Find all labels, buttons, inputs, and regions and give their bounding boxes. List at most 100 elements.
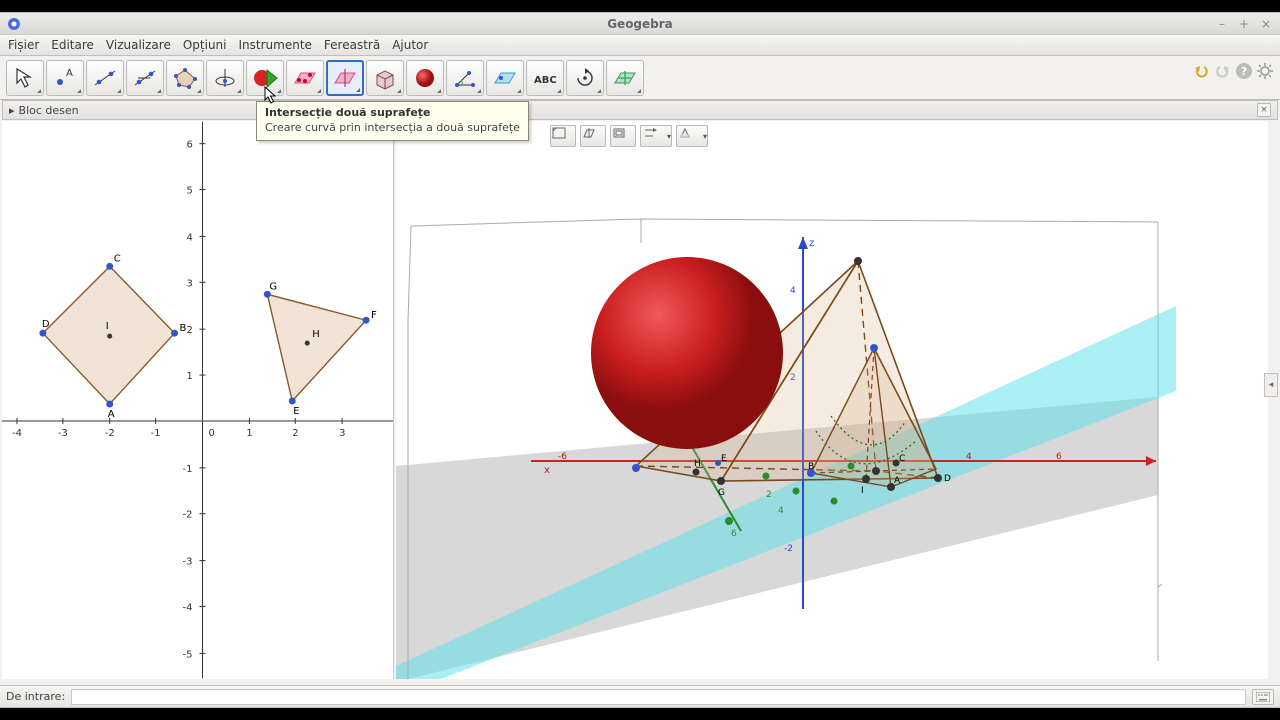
svg-text:C: C — [899, 454, 905, 464]
input-bar: De intrare: — [0, 685, 1280, 707]
view3d-toolbar: ▾ ▾ — [550, 125, 708, 147]
svg-text:6: 6 — [1056, 452, 1062, 462]
tool-rotate-view[interactable] — [566, 60, 604, 96]
svg-text:z: z — [809, 238, 814, 249]
tool-move-view[interactable] — [606, 60, 644, 96]
cursor-icon — [264, 86, 278, 108]
redo-button[interactable] — [1214, 62, 1232, 80]
tool-angle[interactable] — [446, 60, 484, 96]
tool-segment[interactable] — [126, 60, 164, 96]
view3d-btn-5[interactable]: ▾ — [676, 125, 708, 147]
tool-line[interactable] — [86, 60, 124, 96]
svg-text:6: 6 — [731, 529, 737, 539]
menubar: Fișier Editare Vizualizare Opțiuni Instr… — [0, 35, 1280, 56]
svg-text:E: E — [293, 406, 299, 417]
help-button[interactable]: ? — [1236, 63, 1252, 79]
maximize-button[interactable]: + — [1236, 16, 1252, 32]
menu-options[interactable]: Opțiuni — [183, 38, 227, 52]
side-expand-button[interactable]: ◂ — [1264, 373, 1278, 397]
svg-text:4: 4 — [790, 286, 796, 296]
svg-text:-6: -6 — [558, 452, 567, 462]
tool-pyramid[interactable] — [326, 60, 364, 96]
svg-text:3: 3 — [187, 278, 193, 289]
app-window: Geogebra – + × Fișier Editare Vizualizar… — [0, 13, 1280, 707]
svg-text:B: B — [180, 323, 187, 334]
svg-text:I: I — [861, 486, 864, 496]
svg-text:0: 0 — [208, 428, 214, 439]
tool-cube[interactable] — [366, 60, 404, 96]
tool-circle-axis[interactable] — [206, 60, 244, 96]
minimize-button[interactable]: – — [1214, 16, 1230, 32]
svg-text:ABC: ABC — [534, 75, 557, 86]
svg-text:-5: -5 — [183, 649, 193, 660]
menu-file[interactable]: Fișier — [8, 38, 39, 52]
svg-text:4: 4 — [966, 452, 972, 462]
panel-header[interactable]: ▸ Bloc desen × — [2, 100, 1278, 120]
svg-text:x: x — [544, 465, 550, 476]
svg-text:4: 4 — [187, 232, 193, 243]
svg-text:A: A — [894, 476, 901, 486]
main-toolbar: A — [0, 56, 1280, 100]
tool-plane-points[interactable] — [286, 60, 324, 96]
graphics-view-2d[interactable]: -4 -3 -2 -1 0 1 2 3 6 5 4 3 2 1 -1 -2 -3… — [2, 121, 394, 679]
svg-text:E: E — [721, 454, 727, 464]
view3d-btn-1[interactable] — [550, 125, 576, 147]
svg-text:-3: -3 — [58, 428, 68, 439]
svg-text:-1: -1 — [183, 464, 193, 475]
command-input[interactable] — [71, 689, 1246, 705]
keyboard-button[interactable] — [1252, 689, 1274, 705]
svg-text:A: A — [108, 409, 115, 420]
tool-move[interactable] — [6, 60, 44, 96]
svg-text:-2: -2 — [105, 428, 115, 439]
svg-text:1: 1 — [246, 428, 252, 439]
svg-text:F: F — [371, 310, 377, 321]
svg-text:2: 2 — [766, 490, 772, 500]
svg-text:-2: -2 — [183, 510, 193, 521]
panel-close-button[interactable]: × — [1257, 103, 1271, 117]
view3d-btn-2[interactable] — [580, 125, 606, 147]
tool-text[interactable]: ABC — [526, 60, 564, 96]
window-title: Geogebra — [0, 17, 1280, 31]
input-label: De intrare: — [6, 690, 65, 703]
svg-text:4: 4 — [778, 506, 784, 516]
tool-tooltip: Intersecție două suprafețe Creare curvă … — [256, 101, 529, 141]
svg-text:A: A — [66, 68, 73, 79]
svg-text:B: B — [808, 462, 814, 472]
view3d-btn-3[interactable] — [610, 125, 636, 147]
menu-window[interactable]: Fereastră — [324, 38, 380, 52]
tool-point[interactable]: A — [46, 60, 84, 96]
svg-text:H: H — [694, 459, 701, 469]
tooltip-title: Intersecție două suprafețe — [265, 106, 520, 119]
close-button[interactable]: × — [1258, 16, 1274, 32]
svg-text:-2: -2 — [784, 544, 793, 554]
svg-text:2: 2 — [187, 325, 193, 336]
svg-text:3: 3 — [339, 428, 345, 439]
svg-text:-4: -4 — [12, 428, 22, 439]
svg-text:6: 6 — [187, 140, 193, 151]
svg-text:-1: -1 — [151, 428, 161, 439]
svg-text:1: 1 — [187, 371, 193, 382]
titlebar[interactable]: Geogebra – + × — [0, 13, 1280, 35]
svg-text:G: G — [718, 488, 725, 498]
graphics-view-3d[interactable]: ▾ ▾ x -6 4 6 — [396, 121, 1268, 679]
svg-text:I: I — [106, 321, 109, 332]
panel-title: Bloc desen — [19, 104, 79, 117]
menu-tools[interactable]: Instrumente — [239, 38, 312, 52]
settings-button[interactable] — [1256, 62, 1274, 80]
menu-edit[interactable]: Editare — [51, 38, 94, 52]
svg-text:H: H — [312, 329, 320, 340]
menu-help[interactable]: Ajutor — [392, 38, 428, 52]
svg-text:-4: -4 — [183, 602, 193, 613]
svg-text:G: G — [269, 281, 277, 292]
svg-text:2: 2 — [292, 428, 298, 439]
tool-polygon[interactable] — [166, 60, 204, 96]
menu-view[interactable]: Vizualizare — [106, 38, 171, 52]
undo-button[interactable] — [1192, 62, 1210, 80]
svg-text:5: 5 — [187, 186, 193, 197]
svg-text:D: D — [42, 319, 50, 330]
svg-text:C: C — [114, 253, 121, 264]
tool-sphere[interactable] — [406, 60, 444, 96]
tooltip-body: Creare curvă prin intersecția a două sup… — [265, 121, 520, 134]
view3d-btn-4[interactable]: ▾ — [640, 125, 672, 147]
tool-reflect[interactable] — [486, 60, 524, 96]
